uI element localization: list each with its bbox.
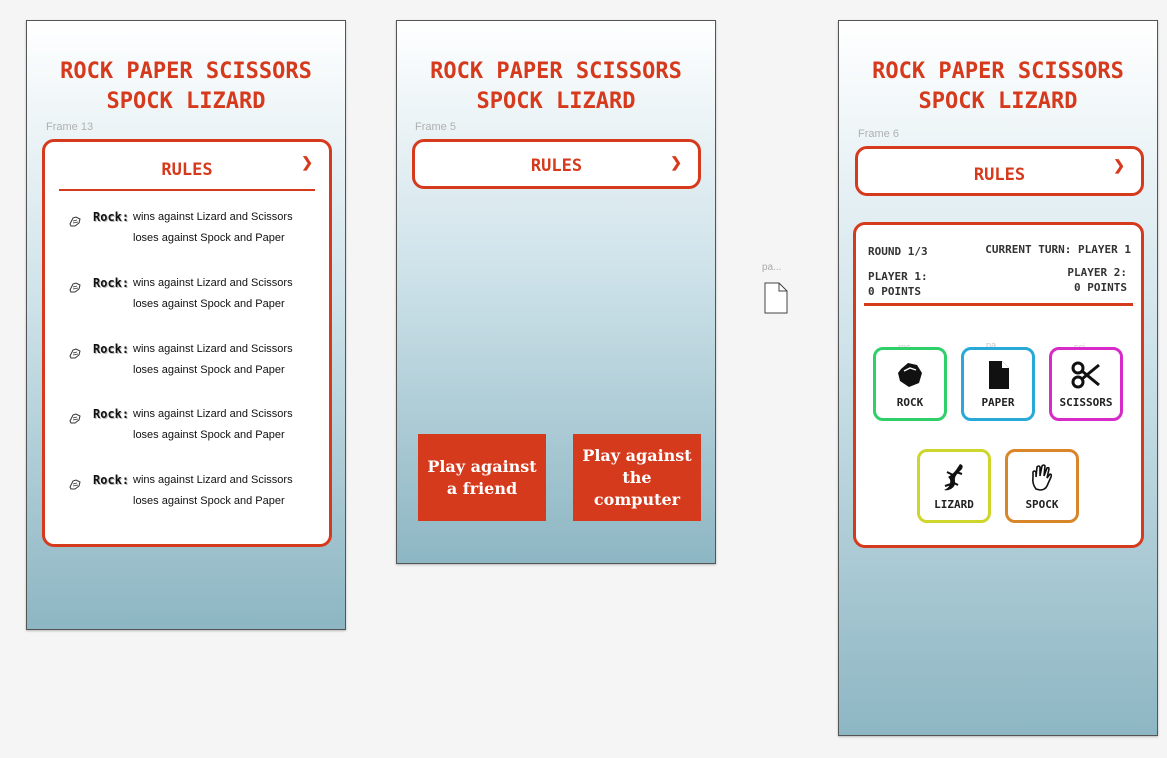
- rule-item: Rock: wins against Lizard and Scissors l…: [67, 342, 307, 382]
- scissors-button[interactable]: SCISSORS: [1049, 347, 1123, 421]
- rule-name: Rock:: [93, 210, 130, 224]
- paper-button[interactable]: PAPER: [961, 347, 1035, 421]
- rule-loses: loses against Spock and Paper: [133, 298, 285, 310]
- rule-name: Rock:: [93, 276, 130, 290]
- rule-item: Rock: wins against Lizard and Scissors l…: [67, 407, 307, 447]
- rule-name: Rock:: [93, 342, 130, 356]
- rule-wins: wins against Lizard and Scissors: [133, 343, 293, 355]
- rule-wins: wins against Lizard and Scissors: [133, 211, 293, 223]
- chevron-down-icon[interactable]: ❯: [670, 154, 682, 171]
- app-title: ROCK PAPER SCISSORS SPOCK LIZARD: [839, 57, 1157, 117]
- player2-score: 0 POINTS: [1074, 281, 1127, 294]
- title-line-1: ROCK PAPER SCISSORS: [60, 59, 312, 84]
- scissors-icon: [1071, 361, 1100, 388]
- title-line-1: ROCK PAPER SCISSORS: [872, 59, 1124, 84]
- choice-label: SPOCK: [1025, 497, 1059, 511]
- rules-frame: ROCK PAPER SCISSORS SPOCK LIZARD Frame 1…: [26, 20, 346, 630]
- asset-label: pa...: [762, 262, 782, 273]
- play-computer-button[interactable]: Play against the computer: [573, 434, 701, 521]
- spock-hand-icon: [1032, 463, 1053, 491]
- rule-name: Rock:: [93, 407, 130, 421]
- menu-frame: ROCK PAPER SCISSORS SPOCK LIZARD Frame 5…: [396, 20, 716, 564]
- rock-hand-icon: [69, 413, 81, 424]
- player1-score: 0 POINTS: [868, 285, 921, 298]
- paper-icon: [989, 360, 1009, 389]
- game-frame: ROCK PAPER SCISSORS SPOCK LIZARD Frame 6…: [838, 20, 1158, 736]
- rock-hand-icon: [69, 348, 81, 359]
- rules-heading[interactable]: RULES: [415, 156, 698, 176]
- play-friend-button[interactable]: Play against a friend: [418, 434, 546, 521]
- choice-label: SCISSORS: [1059, 395, 1113, 409]
- player1-label: PLAYER 1:: [868, 270, 928, 283]
- rule-item: Rock: wins against Lizard and Scissors l…: [67, 473, 307, 513]
- app-title: ROCK PAPER SCISSORS SPOCK LIZARD: [397, 57, 715, 117]
- rock-hand-icon: [69, 282, 81, 293]
- title-line-1: ROCK PAPER SCISSORS: [430, 59, 682, 84]
- title-line-2: SPOCK LIZARD: [106, 89, 266, 114]
- rule-loses: loses against Spock and Paper: [133, 232, 285, 244]
- title-line-2: SPOCK LIZARD: [476, 89, 636, 114]
- rules-dropdown[interactable]: RULES ❯: [855, 146, 1144, 196]
- spock-button[interactable]: SPOCK: [1005, 449, 1079, 523]
- rules-panel: RULES ❯ Rock: wins against Lizard and Sc…: [42, 139, 332, 547]
- rule-wins: wins against Lizard and Scissors: [133, 408, 293, 420]
- lizard-icon: [944, 463, 963, 490]
- choice-label: LIZARD: [934, 497, 974, 511]
- frame-label: Frame 5: [415, 121, 456, 133]
- rock-icon: [898, 362, 922, 387]
- rules-heading[interactable]: RULES: [858, 165, 1141, 185]
- rules-dropdown[interactable]: RULES ❯: [412, 139, 701, 189]
- lizard-button[interactable]: LIZARD: [917, 449, 991, 523]
- player2-label: PLAYER 2:: [1067, 266, 1127, 279]
- rock-hand-icon: [69, 216, 81, 227]
- choice-label: PAPER: [981, 395, 1015, 409]
- current-turn: CURRENT TURN: PLAYER 1: [985, 243, 1131, 256]
- document-icon[interactable]: [764, 282, 788, 314]
- rule-loses: loses against Spock and Paper: [133, 429, 285, 441]
- rules-heading[interactable]: RULES: [45, 160, 329, 180]
- title-line-2: SPOCK LIZARD: [918, 89, 1078, 114]
- game-panel: ROUND 1/3 CURRENT TURN: PLAYER 1 PLAYER …: [853, 222, 1144, 548]
- app-title: ROCK PAPER SCISSORS SPOCK LIZARD: [27, 57, 345, 117]
- frame-label: Frame 13: [46, 121, 94, 133]
- rule-item: Rock: wins against Lizard and Scissors l…: [67, 276, 307, 316]
- rock-hand-icon: [69, 479, 81, 490]
- rules-divider: [59, 189, 315, 191]
- rule-wins: wins against Lizard and Scissors: [133, 474, 293, 486]
- round-indicator: ROUND 1/3: [868, 245, 928, 258]
- frame-label: Frame 6: [858, 128, 899, 140]
- chevron-down-icon[interactable]: ❯: [301, 154, 313, 171]
- rule-name: Rock:: [93, 473, 130, 487]
- rule-loses: loses against Spock and Paper: [133, 364, 285, 376]
- score-divider: [864, 303, 1133, 306]
- rule-item: Rock: wins against Lizard and Scissors l…: [67, 210, 307, 250]
- rock-button[interactable]: ROCK: [873, 347, 947, 421]
- choice-label: ROCK: [896, 395, 924, 409]
- chevron-down-icon[interactable]: ❯: [1113, 157, 1125, 174]
- rule-wins: wins against Lizard and Scissors: [133, 277, 293, 289]
- rule-loses: loses against Spock and Paper: [133, 495, 285, 507]
